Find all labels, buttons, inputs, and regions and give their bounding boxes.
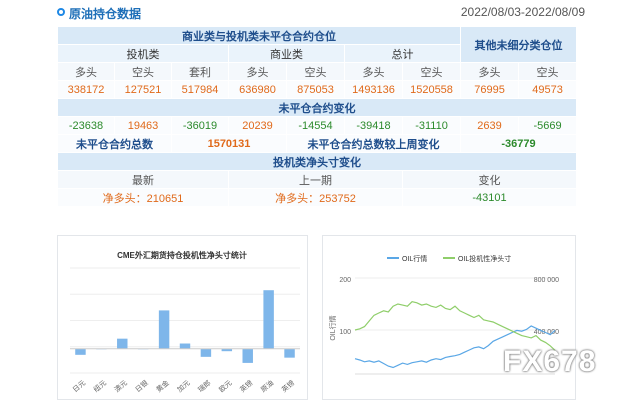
value-cell: 1493136 (344, 80, 403, 99)
group-total: 总计 (343, 44, 462, 63)
bar-chart-title: CME外汇期货持仓投机性净头寸统计 (117, 250, 247, 260)
bar-0 (75, 348, 86, 355)
oi-total-label: 未平仓合约总数 (57, 134, 172, 153)
date-range: 2022/08/03-2022/08/09 (460, 5, 585, 19)
cme-bar-chart-panel: CME外汇期货持仓投机性净头寸统计 日元 纽元 澳元 日银 黄金 加元 瑞郎 欧元 英镑 原油 英镑 (57, 235, 308, 400)
oi-change-label: 未平仓合约总数较上周变化 (285, 134, 462, 153)
value-cell: 636980 (228, 80, 287, 99)
positions-row: 338172 127521 517984 636980 875053 14931… (57, 80, 578, 99)
other-positions-title: 其他未细分类仓位 (460, 26, 578, 63)
bar-category-label: 澳元 (112, 378, 129, 394)
col-long: 多头 (344, 62, 403, 81)
legend-oil-label: OIL行情 (402, 254, 427, 263)
cme-bar-chart: CME外汇期货持仓投机性净头寸统计日元 纽元 澳元 日银 黄金 加元 瑞郎 欧元 英镑 原油 英镑 (70, 250, 300, 394)
bar-2 (117, 338, 128, 349)
latest-net: 净多头：210651 (57, 188, 229, 207)
oil-net-position-line (354, 301, 556, 351)
watermark-logo: FX678 (503, 345, 597, 378)
right-tick-label: 800 000 (534, 277, 559, 284)
net-value-row: 净多头：210651 净多头：253752 -43101 (57, 188, 578, 207)
col-long: 多头 (228, 62, 287, 81)
bar-category-label: 黄金 (154, 378, 171, 394)
change-cell: -31110 (401, 116, 462, 135)
prev-label: 上一期 (228, 170, 403, 189)
change-cell: 20239 (228, 116, 287, 135)
col-short: 空头 (401, 62, 462, 81)
prev-net: 净多头：253752 (228, 188, 403, 207)
change-cell: -14554 (286, 116, 345, 135)
value-cell: 127521 (114, 80, 172, 99)
column-header-row: 多头 空头 套利 多头 空头 多头 空头 多头 空头 (57, 62, 578, 81)
col-long: 多头 (57, 62, 115, 81)
group-speculative: 投机类 (57, 44, 229, 63)
bar-category-label: 英镑 (280, 378, 297, 394)
bar-5 (179, 343, 191, 349)
col-short: 空头 (286, 62, 345, 81)
section-header: 原油持仓数据 2022/08/03-2022/08/09 (0, 0, 631, 26)
bar-4 (158, 310, 170, 349)
change-cell: 2639 (460, 116, 520, 135)
bar-category-label: 欧元 (217, 378, 234, 394)
value-cell: 76995 (460, 80, 520, 99)
legend-position-label: OIL投机性净头寸 (458, 254, 511, 263)
oi-summary-row: 未平仓合约总数 1570131 未平仓合约总数较上周变化 -36779 (57, 134, 578, 153)
section1-title: 商业类与投机类未平仓合约仓位 (56, 26, 462, 45)
bar-category-label: 纽元 (92, 378, 109, 394)
circle-bullet-icon (57, 8, 65, 16)
change-cell: -5669 (518, 116, 578, 135)
oi-total-value: 1570131 (171, 134, 287, 153)
bar-category-label: 加元 (175, 378, 192, 394)
latest-net-text: 净多头：210651 (102, 192, 184, 205)
group-commercial: 商业类 (228, 44, 345, 63)
value-cell: 1520558 (401, 80, 462, 99)
section-title: 原油持仓数据 (69, 7, 142, 21)
change-cell: 19463 (114, 116, 172, 135)
value-cell: 517984 (171, 80, 229, 99)
prev-net-text: 净多头：253752 (275, 192, 356, 205)
value-cell: 338172 (57, 80, 115, 99)
change-cell: -39418 (344, 116, 403, 135)
oi-change-value: -36779 (460, 134, 578, 153)
latest-label: 最新 (57, 170, 229, 189)
value-cell: 875053 (286, 80, 345, 99)
changes-row: -23638 19463 -36019 20239 -14554 -39418 … (57, 116, 578, 135)
col-arb: 套利 (171, 62, 229, 81)
bar-category-label: 瑞郎 (196, 378, 213, 394)
y-axis-label: OIL行情 (328, 315, 337, 340)
col-short: 空头 (518, 62, 578, 81)
net-change-value: -43101 (401, 188, 578, 207)
change-label: 变化 (401, 170, 578, 189)
change-cell: -36019 (171, 116, 229, 135)
bar-8 (242, 348, 253, 363)
left-tick-label: 100 (339, 329, 351, 336)
section3-title: 投机类净头寸变化 (56, 152, 578, 171)
net-header-row: 最新 上一期 变化 (57, 170, 578, 189)
left-tick-label: 200 (339, 277, 351, 284)
value-cell: 49573 (518, 80, 578, 99)
section2-title: 未平仓合约变化 (56, 98, 578, 117)
change-cell: -23638 (57, 116, 115, 135)
positions-table: 商业类与投机类未平仓合约仓位 其他未细分类仓位 投机类 商业类 总计 多头 空头… (56, 26, 578, 207)
col-short: 空头 (114, 62, 172, 81)
bar-10 (284, 348, 295, 358)
bar-category-label: 日银 (133, 378, 150, 394)
bar-category-label: 日元 (71, 379, 87, 394)
bar-category-label: 原油 (259, 378, 276, 394)
bar-category-label: 英镑 (238, 378, 255, 394)
bar-9 (263, 290, 274, 349)
col-long: 多头 (460, 62, 520, 81)
bar-6 (200, 348, 212, 357)
